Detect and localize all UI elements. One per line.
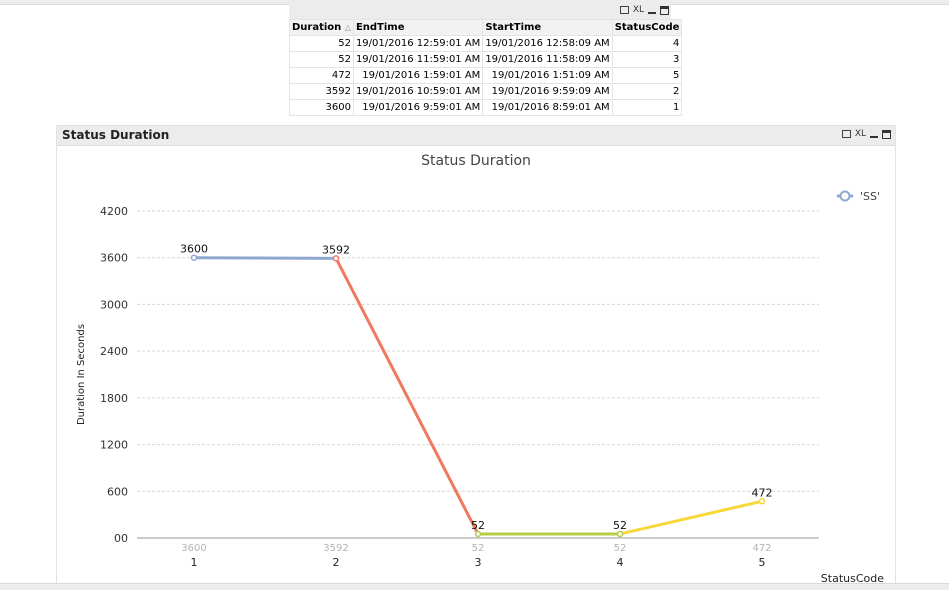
table-cell: 19/01/2016 9:59:09 AM [482, 83, 613, 100]
y-tick-label: 4200 [100, 205, 128, 218]
table-row[interactable]: 3600 19/01/2016 9:59:01 AM 19/01/2016 8:… [289, 99, 683, 116]
table-header-row: Duration △ EndTime StartTime StatusCode [289, 19, 683, 36]
x-tick-label: 5 [759, 556, 766, 569]
table-cell: 19/01/2016 12:59:01 AM [352, 35, 484, 52]
table-cell: 4 [611, 35, 683, 52]
x-sublabel: 472 [752, 543, 771, 554]
series-line-segment [334, 256, 480, 536]
y-axis-title: Duration In Seconds [76, 324, 87, 425]
data-label: 52 [613, 519, 627, 532]
data-label: 472 [752, 486, 773, 499]
table-cell: 3592 [289, 83, 354, 100]
table-cell: 19/01/2016 10:59:01 AM [352, 83, 484, 100]
series-line-segment [618, 499, 764, 536]
chart-title: Status Duration [421, 153, 531, 169]
x-sublabel: 52 [472, 543, 485, 554]
data-label: 3600 [180, 243, 208, 256]
table-cell: 5 [611, 67, 683, 84]
xl-export-icon[interactable]: XL [633, 5, 644, 15]
print-icon[interactable] [619, 6, 629, 14]
y-tick-label: 00 [114, 532, 128, 545]
table-cell: 19/01/2016 11:58:09 AM [482, 51, 613, 68]
table-cell: 52 [289, 51, 354, 68]
table-cell: 3 [611, 51, 683, 68]
table-cell: 1 [611, 99, 683, 116]
x-tick-label: 4 [617, 556, 624, 569]
column-header-endtime[interactable]: EndTime [352, 19, 484, 36]
line-chart[interactable]: Status Duration 00 600 1200 1800 2400 3000 3600… [57, 126, 895, 584]
y-tick-label: 1800 [100, 392, 128, 405]
data-label: 3592 [322, 243, 350, 256]
y-tick-label: 3600 [100, 252, 128, 265]
y-tick-label: 1200 [100, 439, 128, 452]
chart-box: Status Duration XL Status Duration 00 600 1… [56, 125, 896, 585]
table-row[interactable]: 52 19/01/2016 12:59:01 AM 19/01/2016 12:… [289, 35, 683, 52]
data-point [758, 498, 766, 505]
x-tick-label: 3 [475, 556, 482, 569]
table-row[interactable]: 52 19/01/2016 11:59:01 AM 19/01/2016 11:… [289, 51, 683, 68]
minimize-icon[interactable] [648, 6, 656, 14]
table-cell: 2 [611, 83, 683, 100]
legend-marker [839, 190, 851, 202]
table-caption-icons: XL [619, 5, 669, 15]
x-sublabel: 3592 [323, 543, 348, 554]
data-point [474, 530, 482, 538]
sort-icon: △ [344, 23, 351, 32]
series-line-segment [192, 256, 338, 260]
x-tick-label: 1 [191, 556, 198, 569]
table-cell: 472 [289, 67, 354, 84]
x-tick-label: 2 [333, 556, 340, 569]
table-caption[interactable]: XL [289, 4, 671, 19]
table-cell: 3600 [289, 99, 354, 116]
table-cell: 19/01/2016 1:51:09 AM [482, 67, 613, 84]
x-sublabel: 52 [614, 543, 627, 554]
y-tick-label: 3000 [100, 298, 128, 311]
table-row[interactable]: 472 19/01/2016 1:59:01 AM 19/01/2016 1:5… [289, 67, 683, 84]
legend-label: 'SS' [860, 190, 880, 203]
y-tick-label: 2400 [100, 345, 128, 358]
maximize-icon[interactable] [660, 5, 669, 15]
table-cell: 52 [289, 35, 354, 52]
data-point [616, 530, 624, 538]
table-row[interactable]: 3592 19/01/2016 10:59:01 AM 19/01/2016 9… [289, 83, 683, 100]
data-label: 52 [471, 519, 485, 532]
table-cell: 19/01/2016 11:59:01 AM [352, 51, 484, 68]
data-table: Duration △ EndTime StartTime StatusCode … [289, 19, 683, 116]
x-sublabel: 3600 [181, 543, 206, 554]
table-cell: 19/01/2016 12:58:09 AM [482, 35, 613, 52]
column-header-starttime[interactable]: StartTime [482, 19, 613, 36]
table-cell: 19/01/2016 8:59:01 AM [482, 99, 613, 116]
table-cell: 19/01/2016 9:59:01 AM [352, 99, 484, 116]
column-header-duration[interactable]: Duration △ [289, 19, 354, 36]
table-cell: 19/01/2016 1:59:01 AM [352, 67, 484, 84]
y-tick-label: 600 [107, 485, 128, 498]
column-header-statuscode[interactable]: StatusCode [611, 19, 683, 36]
data-point [332, 255, 340, 262]
data-point [190, 254, 198, 261]
table-box: XL Duration △ EndTime StartTime StatusCo… [289, 4, 683, 116]
